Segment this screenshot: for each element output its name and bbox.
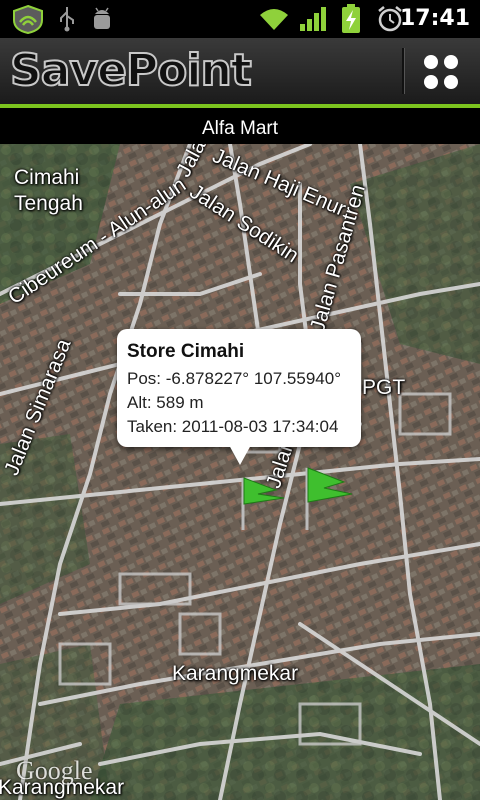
map-label: PGT xyxy=(362,376,406,399)
signal-icon xyxy=(300,7,326,31)
location-title-bar: Alfa Mart xyxy=(0,108,480,144)
callout-pointer xyxy=(229,445,251,465)
map-label: Karangmekar xyxy=(172,662,299,685)
green-flag-icon[interactable] xyxy=(236,474,296,534)
menu-dot xyxy=(444,55,458,69)
status-bar: 17:41 xyxy=(0,0,480,38)
map-view[interactable]: Cimahi Tengah Jala Jalan Haji Enur Jalan… xyxy=(0,144,480,800)
usb-icon xyxy=(60,7,74,32)
marker-callout[interactable]: Store Cimahi Pos: -6.878227° 107.55940° … xyxy=(117,329,361,447)
app-title: SavePoint xyxy=(9,44,253,97)
callout-taken: Taken: 2011-08-03 17:34:04 xyxy=(127,417,339,436)
map-label: Cimahi xyxy=(14,166,80,189)
battery-charging-icon xyxy=(342,4,360,33)
status-time: 17:41 xyxy=(399,6,470,31)
google-attribution: Google xyxy=(16,756,93,785)
wifi-icon xyxy=(260,9,288,30)
action-bar: SavePoint xyxy=(0,38,480,104)
shield-icon xyxy=(13,4,43,34)
menu-button[interactable] xyxy=(404,38,480,104)
location-title: Alfa Mart xyxy=(201,118,279,139)
menu-dot xyxy=(444,75,458,89)
callout-position: Pos: -6.878227° 107.55940° xyxy=(127,369,341,388)
android-debug-icon xyxy=(94,7,110,29)
map-label: Tengah xyxy=(14,192,83,215)
menu-dot xyxy=(424,55,438,69)
menu-dot xyxy=(424,75,438,89)
callout-altitude: Alt: 589 m xyxy=(127,393,204,412)
callout-title: Store Cimahi xyxy=(127,341,245,362)
green-flag-icon[interactable] xyxy=(300,464,360,534)
satellite-imagery xyxy=(0,144,480,800)
